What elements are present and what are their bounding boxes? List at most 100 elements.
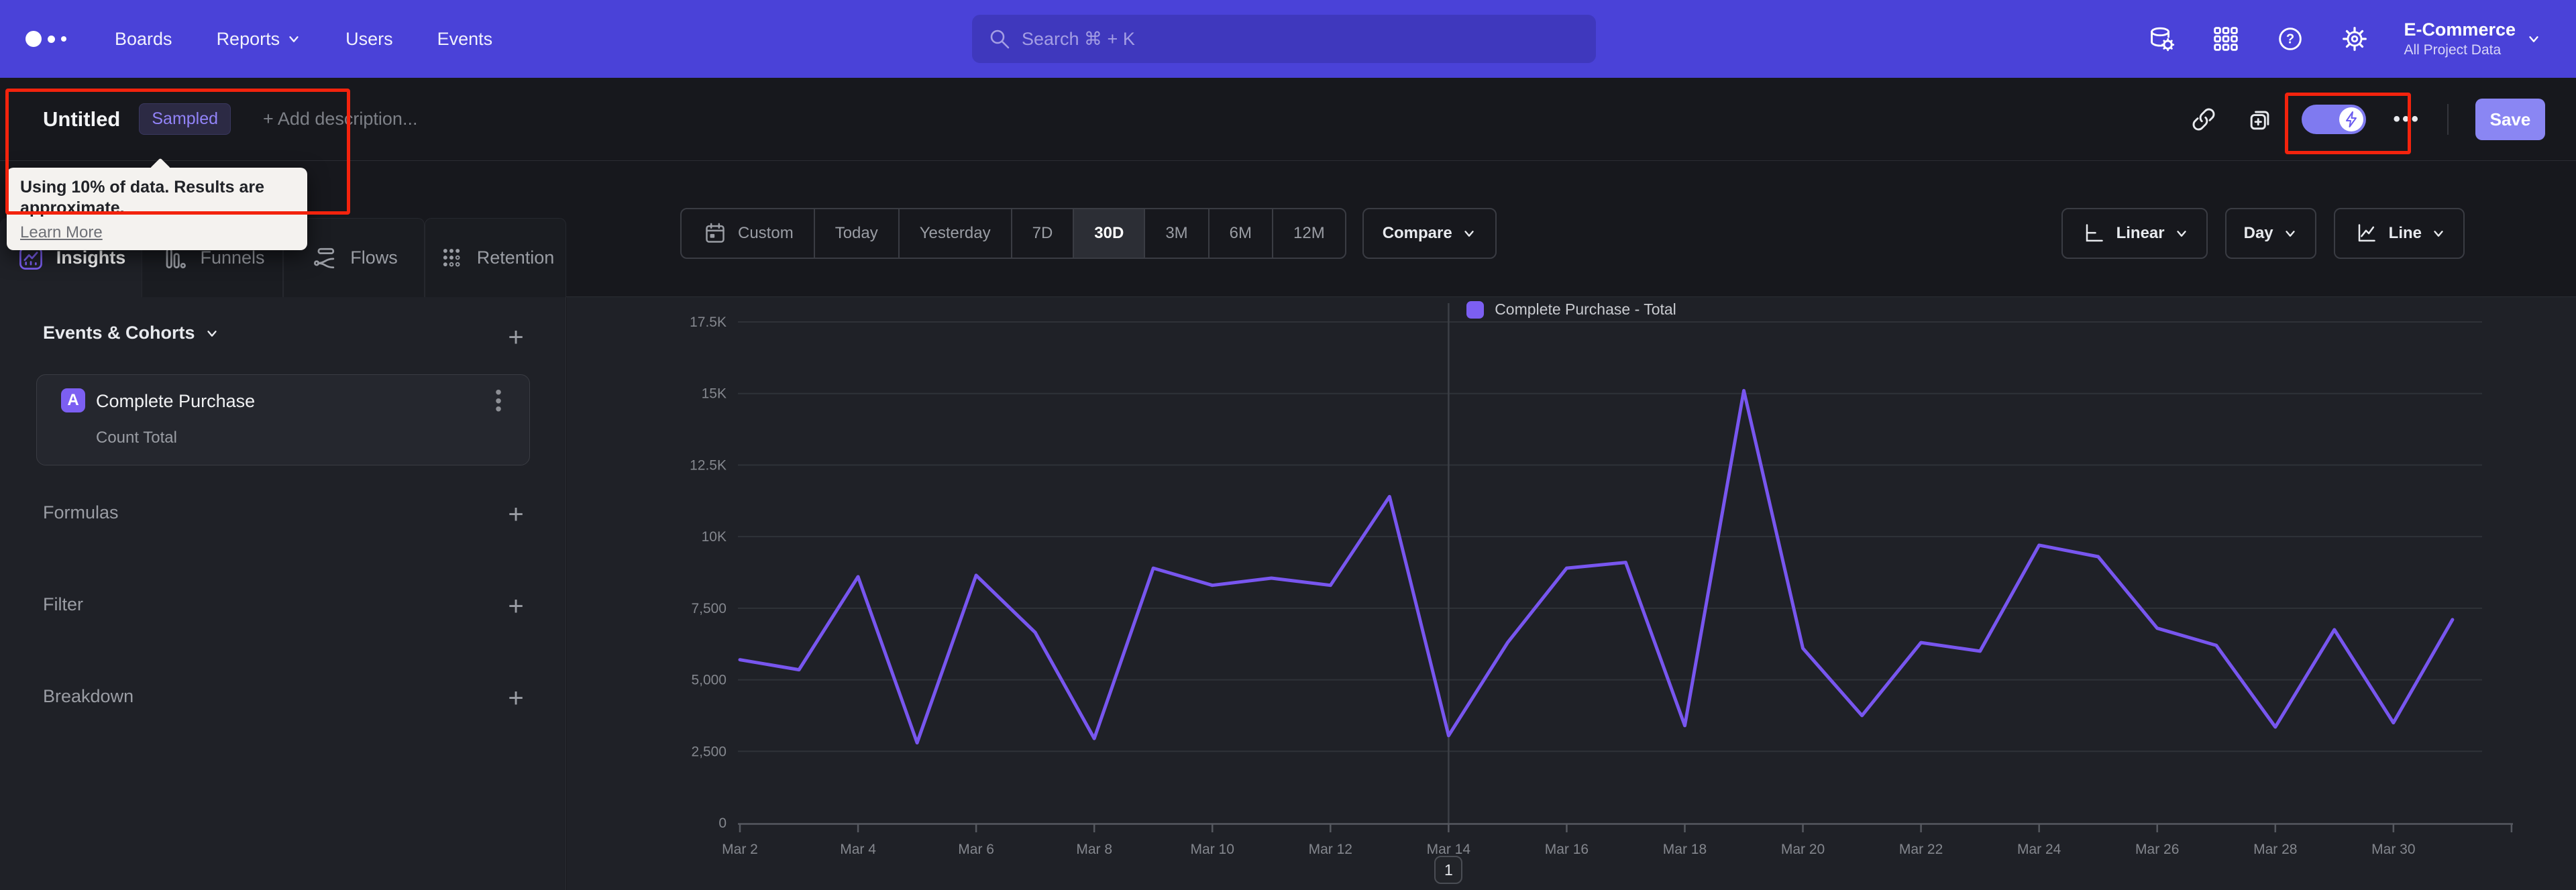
tabs-toolbar-strip: Insights Funnels Flows Retention Custom … — [0, 161, 2576, 297]
range-label: 7D — [1032, 224, 1053, 242]
add-description-field[interactable]: + Add description... — [263, 109, 417, 129]
report-title[interactable]: Untitled — [43, 107, 120, 131]
nav-item-label: Users — [345, 28, 393, 49]
range-12m[interactable]: 12M — [1273, 209, 1345, 258]
chart-display-controls: Linear Day Line — [2061, 208, 2465, 259]
project-selector[interactable]: E-Commerce All Project Data — [2404, 19, 2541, 58]
query-builder-panel: Events & Cohorts + A Complete Purchase C… — [0, 297, 566, 890]
tab-label: Funnels — [200, 247, 265, 268]
filter-section-label: Filter — [43, 594, 83, 614]
event-name: Complete Purchase — [96, 391, 256, 411]
chart-legend[interactable]: Complete Purchase - Total — [567, 300, 2576, 319]
linear-scale-icon — [2086, 224, 2103, 242]
nav-right-cluster: ? E-Commerce All Project Data — [2146, 0, 2541, 78]
add-formula-button[interactable]: + — [501, 500, 531, 529]
chart-toolbar: Custom Today Yesterday 7D 30D 3M 6M 12M … — [566, 208, 2576, 259]
primary-nav: Boards Reports Users Events — [115, 29, 492, 50]
tab-label: Retention — [476, 247, 555, 268]
range-label: 30D — [1094, 224, 1124, 242]
granularity-label: Day — [2243, 224, 2273, 242]
chevron-down-icon — [207, 330, 217, 337]
chart-panel — [567, 297, 2576, 890]
chart-annotation-chip[interactable]: 1 — [1434, 856, 1463, 884]
report-header: Untitled Sampled + Add description... ••… — [0, 78, 2576, 161]
compare-label: Compare — [1382, 224, 1452, 242]
data-management-icon[interactable] — [2146, 23, 2177, 54]
events-cohorts-header[interactable]: Events & Cohorts — [43, 323, 219, 343]
learn-more-link[interactable]: Learn More — [20, 223, 103, 242]
range-yesterday[interactable]: Yesterday — [900, 209, 1012, 258]
nav-item-label: Reports — [216, 28, 280, 49]
top-nav: Boards Reports Users Events Search ⌘ + K — [0, 0, 2576, 78]
event-kebab-menu-icon[interactable]: • • • — [486, 383, 511, 419]
section-title: Events & Cohorts — [43, 323, 195, 343]
granularity-dropdown[interactable]: Day — [2224, 208, 2316, 259]
chevron-down-icon — [2176, 231, 2186, 237]
chart-type-dropdown[interactable]: Line — [2333, 208, 2465, 259]
nav-item-label: Events — [437, 28, 493, 49]
mixpanel-logo-icon[interactable] — [25, 31, 66, 47]
tooltip-message: Using 10% of data. Results are approxima… — [20, 178, 265, 218]
nav-item-events[interactable]: Events — [437, 29, 493, 50]
svg-text:?: ? — [2286, 32, 2294, 47]
range-label: 3M — [1165, 224, 1188, 242]
sampling-toggle[interactable] — [2302, 105, 2367, 134]
apps-grid-icon[interactable] — [2210, 23, 2241, 54]
range-6m[interactable]: 6M — [1210, 209, 1273, 258]
help-icon[interactable]: ? — [2275, 23, 2306, 54]
chevron-down-icon — [2529, 36, 2538, 42]
search-input[interactable]: Search ⌘ + K — [972, 15, 1596, 63]
formulas-section-label: Formulas — [43, 502, 119, 522]
range-7d[interactable]: 7D — [1012, 209, 1075, 258]
nav-item-label: Boards — [115, 28, 172, 49]
range-label: 6M — [1229, 224, 1252, 242]
add-breakdown-button[interactable]: + — [501, 683, 531, 713]
toggle-knob — [2339, 107, 2364, 131]
range-3m[interactable]: 3M — [1145, 209, 1210, 258]
save-button[interactable]: Save — [2475, 99, 2545, 140]
line-chart-icon — [2358, 224, 2375, 242]
chevron-down-icon — [2434, 231, 2443, 237]
sampling-tooltip: Using 10% of data. Results are approxima… — [7, 158, 307, 250]
sampled-badge[interactable]: Sampled — [139, 103, 231, 135]
search-icon — [990, 30, 1010, 49]
search-placeholder: Search ⌘ + K — [1022, 28, 1135, 49]
scale-dropdown[interactable]: Linear — [2061, 208, 2208, 259]
report-actions: ••• Save — [2189, 78, 2545, 161]
event-metric[interactable]: Count Total — [96, 429, 177, 447]
nav-item-boards[interactable]: Boards — [115, 29, 172, 50]
more-menu-button[interactable]: ••• — [2393, 108, 2420, 131]
breakdown-section-label: Breakdown — [43, 686, 134, 706]
settings-gear-icon[interactable] — [2339, 23, 2370, 54]
range-label: Today — [835, 224, 878, 242]
chevron-down-icon — [2285, 231, 2295, 237]
flows-icon — [314, 247, 335, 268]
range-label: Custom — [738, 224, 794, 242]
event-card[interactable]: A Complete Purchase Count Total • • • — [36, 374, 530, 465]
range-label: 12M — [1293, 224, 1325, 242]
compare-button[interactable]: Compare — [1362, 208, 1497, 259]
range-label: Yesterday — [919, 224, 991, 242]
legend-label: Complete Purchase - Total — [1495, 300, 1676, 318]
scale-label: Linear — [2116, 224, 2165, 242]
date-range-control: Custom Today Yesterday 7D 30D 3M 6M 12M — [680, 208, 1346, 259]
project-scope: All Project Data — [2404, 42, 2502, 58]
nav-item-reports[interactable]: Reports — [217, 29, 302, 50]
tab-label: Insights — [56, 247, 126, 268]
range-custom[interactable]: Custom — [682, 209, 815, 258]
range-30d[interactable]: 30D — [1074, 209, 1146, 258]
range-today[interactable]: Today — [815, 209, 900, 258]
chevron-down-icon — [1464, 231, 1474, 237]
divider — [2447, 104, 2449, 135]
nav-item-users[interactable]: Users — [345, 29, 393, 50]
copy-link-icon[interactable] — [2189, 105, 2218, 134]
legend-swatch — [1466, 300, 1485, 319]
retention-icon — [443, 248, 460, 266]
duplicate-add-icon[interactable] — [2245, 105, 2275, 134]
add-filter-button[interactable]: + — [501, 592, 531, 621]
tab-label: Flows — [350, 247, 398, 268]
chevron-down-icon — [289, 36, 299, 42]
add-event-button[interactable]: + — [501, 323, 531, 352]
tab-retention[interactable]: Retention — [425, 218, 566, 297]
event-letter-badge: A — [61, 388, 85, 412]
